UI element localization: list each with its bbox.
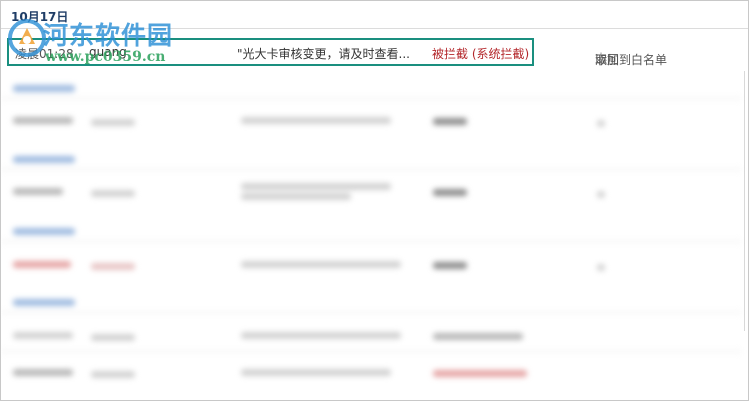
blurred-date-header — [13, 228, 75, 235]
blurred-sender — [91, 263, 135, 270]
divider — [1, 312, 741, 313]
blurred-content — [241, 183, 391, 190]
blurred-content — [241, 193, 351, 200]
blurred-status — [433, 333, 523, 340]
blurred-sender — [91, 190, 135, 197]
blurred-content — [241, 369, 391, 376]
blurred-status — [433, 262, 467, 269]
blurred-time — [13, 261, 71, 268]
blurred-content — [241, 261, 401, 268]
highlight-annotation-box — [7, 38, 534, 66]
blurred-action — [597, 120, 605, 127]
blurred-record-list — [1, 73, 749, 402]
divider — [1, 241, 741, 242]
blurred-date-header — [13, 156, 75, 163]
divider — [1, 98, 741, 99]
blurred-action — [597, 264, 605, 271]
divider — [1, 351, 741, 352]
blurred-content — [241, 332, 401, 339]
blurred-sender — [91, 371, 135, 378]
blurred-date-header — [13, 299, 75, 306]
blurred-time — [13, 332, 73, 339]
blurred-time — [13, 117, 73, 124]
blurred-date-header — [13, 85, 75, 92]
blurred-status — [433, 118, 467, 125]
message-list-panel: 10月17日 凌晨01:28 guang "光大卡审核变更，请及时查看... 被… — [0, 0, 749, 401]
blurred-status — [433, 189, 467, 196]
retrieve-link[interactable]: 取回 — [595, 51, 619, 68]
divider — [1, 169, 741, 170]
blurred-status — [433, 370, 527, 377]
blurred-action — [597, 191, 605, 198]
divider — [1, 28, 748, 29]
date-group-header: 10月17日 — [11, 10, 69, 24]
blurred-time — [13, 369, 73, 376]
blurred-content — [241, 117, 391, 124]
blurred-sender — [91, 119, 135, 126]
blurred-time — [13, 188, 63, 195]
blurred-sender — [91, 334, 135, 341]
